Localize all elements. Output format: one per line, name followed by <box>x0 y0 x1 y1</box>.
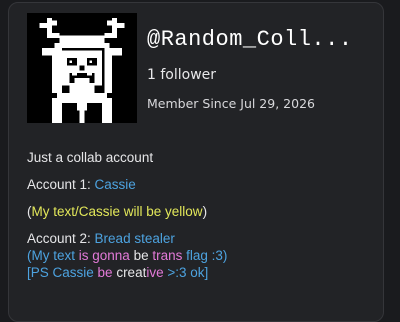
avatar[interactable] <box>27 13 137 123</box>
yellow-note-text: My text/Cassie will be yellow <box>31 204 203 219</box>
profile-bio: Just a collab account Account 1: Cassie … <box>27 149 367 281</box>
profile-handle[interactable]: @Random_Coll... <box>147 27 353 52</box>
bio-account-2: Account 2: Bread stealer <box>27 230 367 247</box>
trans-seg-4: flag :3) <box>186 248 228 263</box>
ps-seg-2: creat <box>116 265 147 280</box>
ps-seg-0: [PS Cassie <box>27 265 98 280</box>
account-1-label: Account 1: <box>27 177 95 192</box>
trans-seg-0: (My text <box>27 248 79 263</box>
yellow-note-close: ) <box>202 204 208 219</box>
ps-seg-4: >:3 ok] <box>167 265 209 280</box>
trans-seg-1: is gonna <box>78 248 134 263</box>
ps-seg-3: ive <box>146 265 168 280</box>
bio-account-1: Account 1: Cassie <box>27 176 367 193</box>
account-2-label: Account 2: <box>27 231 95 246</box>
account-1-name: Cassie <box>94 177 136 192</box>
bio-ps-line: [PS Cassie be creative >:3 ok] <box>27 264 367 281</box>
trans-seg-3: trans <box>152 248 187 263</box>
account-2-name: Bread stealer <box>94 231 175 246</box>
trans-seg-2: be <box>133 248 153 263</box>
bio-yellow-note: (My text/Cassie will be yellow) <box>27 203 367 220</box>
profile-card: @Random_Coll... 1 follower Member Since … <box>8 2 384 322</box>
bio-intro: Just a collab account <box>27 150 154 165</box>
bio-trans-line: (My text is gonna be trans flag :3) <box>27 247 367 264</box>
member-since: Member Since Jul 29, 2026 <box>147 96 315 111</box>
pixel-character-icon <box>27 13 137 123</box>
ps-seg-1: be <box>97 265 117 280</box>
followers-count[interactable]: 1 follower <box>147 67 216 83</box>
